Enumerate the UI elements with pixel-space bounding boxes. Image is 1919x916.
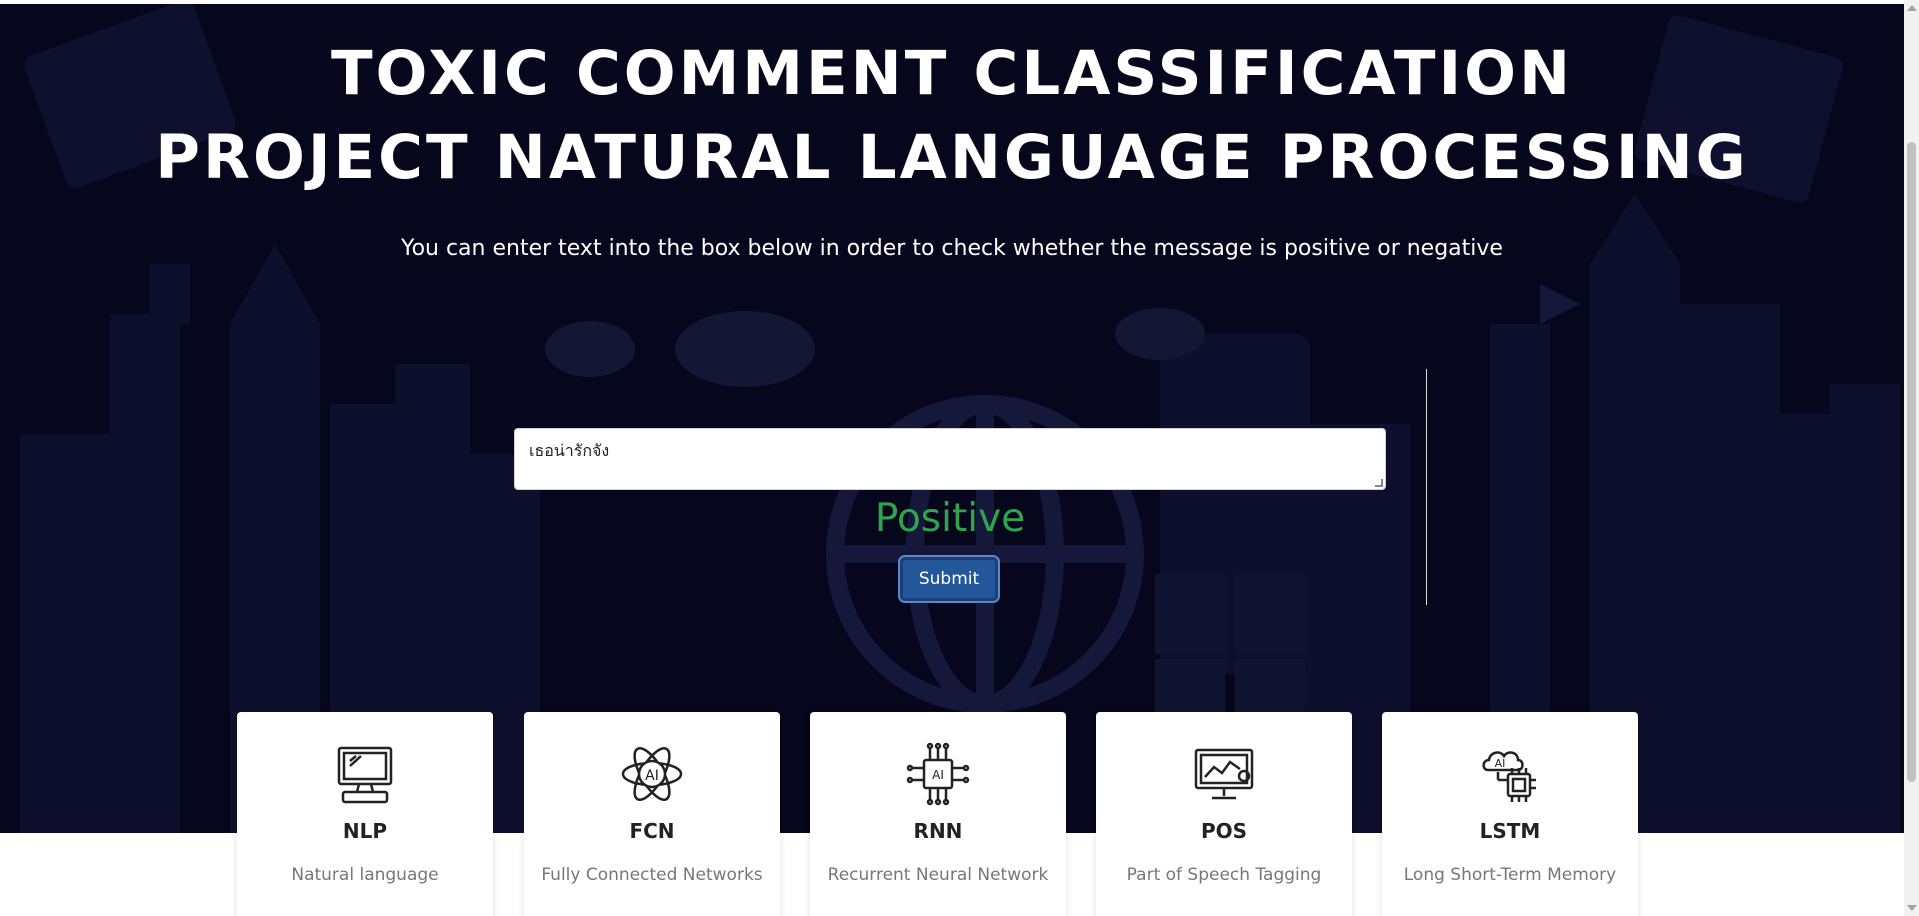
svg-text:AI: AI <box>1495 757 1506 770</box>
feature-card-pos: POS Part of Speech Tagging <box>1096 712 1352 916</box>
scrollbar-thumb[interactable] <box>1907 142 1916 782</box>
card-description: Part of Speech Tagging <box>1126 865 1322 885</box>
scroll-down-arrow-icon[interactable] <box>1907 905 1917 911</box>
page-title-line-2: PROJECT NATURAL LANGUAGE PROCESSING <box>155 122 1749 193</box>
comment-text-value: เธอน่ารักจัง <box>529 441 610 460</box>
monitor-chart-icon <box>1194 748 1254 800</box>
page-subtitle: You can enter text into the box below in… <box>401 236 1503 261</box>
card-title: POS <box>1200 819 1248 843</box>
svg-text:AI: AI <box>645 768 659 784</box>
ai-atom-icon: AI <box>621 747 683 801</box>
computer-icon <box>337 746 393 804</box>
hero-section: TOXIC COMMENT CLASSIFICATION PROJECT NAT… <box>0 4 1904 833</box>
page-title-line-1: TOXIC COMMENT CLASSIFICATION <box>330 38 1574 109</box>
ai-chip-icon: AI <box>906 742 970 806</box>
classification-result: Positive <box>874 496 1026 541</box>
card-title: NLP <box>342 819 388 843</box>
scroll-up-arrow-icon[interactable] <box>1907 5 1917 11</box>
card-description: Recurrent Neural Network <box>827 865 1049 885</box>
comment-text-input[interactable]: เธอน่ารักจัง <box>514 428 1386 490</box>
card-description: Natural language <box>291 865 439 885</box>
feature-card-lstm: AI LSTM Long Short-Term Memory <box>1382 712 1638 916</box>
card-title: FCN <box>629 819 675 843</box>
feature-card-rnn: AI RNN Recurrent Neural Network <box>810 712 1066 916</box>
card-title: LSTM <box>1479 819 1541 843</box>
card-title: RNN <box>913 819 963 843</box>
svg-text:AI: AI <box>932 768 944 782</box>
vertical-divider <box>1426 369 1427 605</box>
feature-card-nlp: NLP Natural language <box>237 712 493 916</box>
resize-handle-icon[interactable] <box>1375 479 1383 487</box>
card-description: Long Short-Term Memory <box>1403 865 1617 885</box>
page: TOXIC COMMENT CLASSIFICATION PROJECT NAT… <box>0 0 1904 916</box>
ai-cloud-chip-icon: AI <box>1482 751 1536 802</box>
card-description: Fully Connected Networks <box>541 865 763 885</box>
feature-card-fcn: AI FCN Fully Connected Networks <box>524 712 780 916</box>
submit-button[interactable]: Submit <box>898 555 1000 603</box>
vertical-scrollbar[interactable] <box>1904 0 1919 916</box>
